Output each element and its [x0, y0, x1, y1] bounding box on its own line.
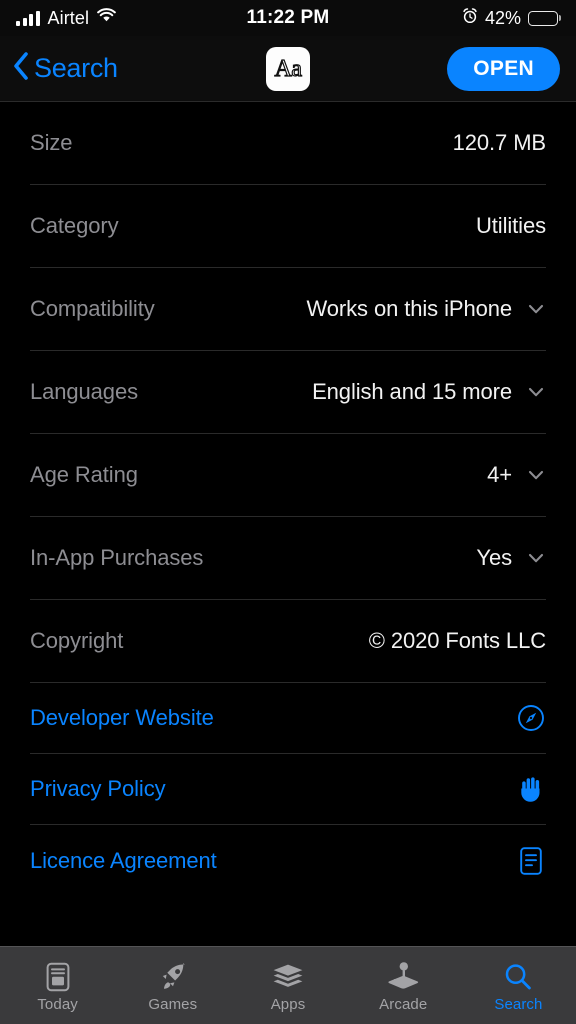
info-row[interactable]: In-App Purchases Yes	[30, 517, 546, 600]
app-information-list: Size 120.7 MB Category Utilities Compati…	[0, 102, 576, 946]
info-row-label: Copyright	[30, 628, 124, 653]
app-icon-label: Aa	[274, 55, 303, 82]
tab-item-games[interactable]: Games	[115, 947, 230, 1024]
info-row: Category Utilities	[30, 185, 546, 268]
info-row-label: Languages	[30, 379, 138, 404]
clock-time: 11:22 PM	[246, 7, 330, 28]
tab-item-apps[interactable]: Apps	[230, 947, 345, 1024]
joystick-icon	[387, 962, 419, 992]
back-button[interactable]: Search	[12, 51, 118, 86]
carrier-name: Airtel	[47, 7, 90, 28]
tab-item-label: Arcade	[379, 996, 428, 1013]
link-row-label: Privacy Policy	[30, 776, 166, 801]
info-row-value: 120.7 MB	[452, 130, 546, 155]
wifi-icon	[97, 8, 116, 28]
info-row-value: © 2020 Fonts LLC	[368, 628, 546, 653]
chevron-down-icon[interactable]	[526, 299, 546, 319]
info-row[interactable]: Compatibility Works on this iPhone	[30, 268, 546, 351]
link-row[interactable]: Developer Website	[30, 683, 546, 754]
chevron-down-icon[interactable]	[526, 382, 546, 402]
info-row-value-group: Yes	[476, 545, 546, 571]
magnifier-icon	[503, 962, 533, 992]
info-row-value: English and 15 more	[312, 379, 512, 404]
raised-hand-icon[interactable]	[516, 774, 546, 804]
status-bar: Airtel 11:22 PM 42%	[0, 0, 576, 36]
info-row: Size 120.7 MB	[30, 102, 546, 185]
stacked-layers-icon	[272, 962, 304, 992]
navigation-bar: Search Aa OPEN	[0, 36, 576, 102]
info-row-value-group: 4+	[487, 462, 546, 488]
rocket-icon	[158, 962, 188, 992]
battery-percentage: 42%	[484, 7, 521, 28]
info-row-value: Yes	[476, 545, 512, 570]
today-newspaper-icon	[45, 962, 71, 992]
chevron-left-icon	[12, 51, 29, 86]
alarm-clock-icon	[462, 7, 478, 29]
info-row[interactable]: Languages English and 15 more	[30, 351, 546, 434]
info-row-value-group: Works on this iPhone	[307, 296, 546, 322]
info-row-value: Works on this iPhone	[306, 296, 513, 321]
info-row-label: In-App Purchases	[30, 545, 204, 570]
battery-icon	[528, 10, 558, 26]
link-rows-container: Developer Website Privacy Policy Licence…	[30, 683, 546, 896]
chevron-down-icon[interactable]	[526, 548, 546, 568]
tab-item-label: Games	[148, 996, 198, 1013]
status-bar-right: 42%	[462, 8, 558, 29]
link-row-label: Licence Agreement	[30, 847, 217, 873]
info-row-value-group: © 2020 Fonts LLC	[369, 628, 546, 654]
chevron-down-icon[interactable]	[526, 465, 546, 485]
info-row-label: Category	[30, 213, 119, 238]
info-row-value-group: 120.7 MB	[453, 130, 546, 156]
tab-item-label: Apps	[270, 996, 306, 1013]
app-icon-fonts[interactable]: Aa	[266, 46, 310, 91]
tab-item-label: Search	[494, 996, 543, 1013]
tab-item-today[interactable]: Today	[0, 947, 115, 1024]
info-row[interactable]: Age Rating 4+	[30, 434, 546, 517]
info-row-label: Compatibility	[30, 296, 155, 321]
info-row-value-group: Utilities	[476, 213, 546, 239]
safari-compass-icon[interactable]	[516, 703, 546, 733]
document-icon[interactable]	[516, 846, 546, 876]
signal-bars-icon	[16, 10, 40, 26]
info-row-value: 4+	[487, 462, 512, 487]
tab-item-label: Today	[37, 996, 78, 1013]
back-button-label: Search	[34, 53, 118, 83]
info-row-value: Utilities	[476, 213, 546, 238]
tab-item-search[interactable]: Search	[461, 947, 576, 1024]
info-rows-container: Size 120.7 MB Category Utilities Compati…	[30, 102, 546, 683]
info-row-value-group: English and 15 more	[312, 379, 546, 405]
tab-item-arcade[interactable]: Arcade	[346, 947, 461, 1024]
link-row[interactable]: Privacy Policy	[30, 754, 546, 825]
status-bar-left: Airtel	[16, 8, 116, 29]
info-row: Copyright © 2020 Fonts LLC	[30, 600, 546, 683]
info-row-label: Age Rating	[30, 462, 138, 487]
open-button[interactable]: OPEN	[447, 46, 560, 91]
app-store-app-detail-screen: Airtel 11:22 PM 42% Search Aa OPEN Size …	[0, 0, 576, 1024]
link-row[interactable]: Licence Agreement	[30, 825, 546, 896]
info-row-label: Size	[30, 130, 73, 155]
tab-bar: Today Games Apps Arcade Search	[0, 946, 576, 1024]
link-row-label: Developer Website	[30, 705, 214, 730]
